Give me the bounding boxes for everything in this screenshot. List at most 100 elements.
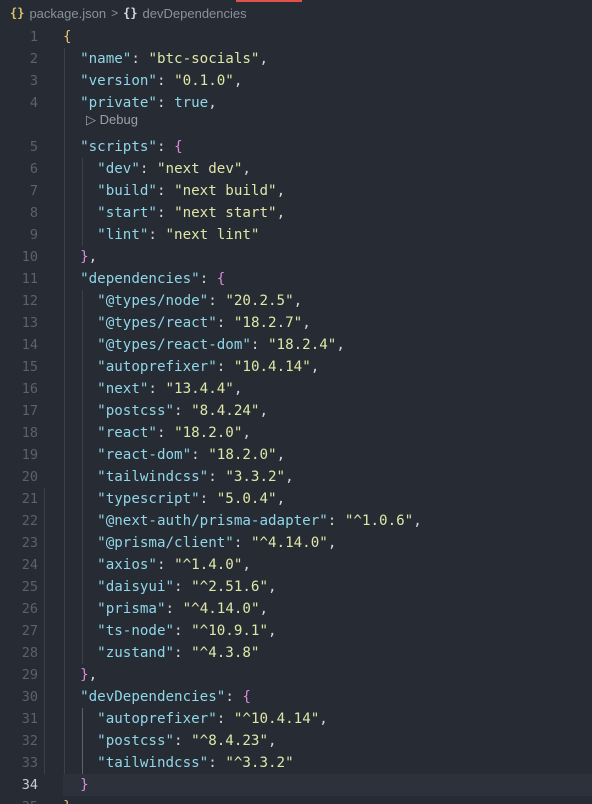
code-token: : (199, 491, 217, 507)
line-number: 30 (21, 689, 38, 705)
code-line[interactable]: 27 "ts-node": "^10.9.1", (0, 620, 592, 642)
code-line[interactable]: 7 "build": "next build", (0, 180, 592, 202)
code-line[interactable]: 18 "react": "18.2.0", (0, 422, 592, 444)
line-number: 35 (0, 796, 38, 804)
code-line[interactable]: 30 "devDependencies": { (0, 686, 592, 708)
code-token: : (208, 469, 226, 485)
code-line[interactable]: 11 "dependencies": { (0, 268, 592, 290)
code-line[interactable]: 5 "scripts": { (0, 136, 592, 158)
object-symbol-icon: {} (123, 6, 138, 20)
code-line[interactable]: 23 "@prisma/client": "^4.14.0", (0, 532, 592, 554)
code-token: "build" (97, 183, 157, 199)
chevron-right-icon: > (111, 6, 119, 20)
code-token: { (242, 689, 251, 705)
json-file-icon: {} (10, 6, 25, 20)
code-token: "postcss" (97, 403, 175, 419)
code-token: : (156, 205, 175, 221)
code-text: "@types/react": "18.2.7", (63, 312, 311, 334)
code-text: "next": "13.4.4", (63, 378, 242, 400)
code-line[interactable]: 1{ (0, 26, 592, 48)
code-line[interactable]: 24 "axios": "^1.4.0", (0, 554, 592, 576)
code-token: , (242, 161, 251, 177)
code-token: "^10.4.14" (233, 711, 320, 727)
code-line[interactable]: 33 "tailwindcss": "^3.3.2" (0, 752, 592, 774)
code-line[interactable]: 2 "name": "btc-socials", (0, 48, 592, 70)
code-line[interactable]: 14 "@types/react-dom": "18.2.4", (0, 334, 592, 356)
code-token: : (216, 315, 234, 331)
code-token: "^4.3.8" (191, 645, 260, 661)
code-token: } (80, 667, 89, 683)
line-number: 22 (21, 513, 38, 529)
code-line[interactable]: 28 "zustand": "^4.3.8" (0, 642, 592, 664)
code-line[interactable]: 4 "private": true, (0, 92, 592, 114)
code-line[interactable]: 21 "typescript": "5.0.4", (0, 488, 592, 510)
code-token: : (199, 271, 217, 287)
code-token: , (276, 491, 286, 507)
code-line[interactable]: 9 "lint": "next lint" (0, 224, 592, 246)
code-token: "@next-auth/prisma-adapter" (97, 513, 328, 529)
code-line[interactable]: 10 }, (0, 246, 592, 268)
code-text: "react-dom": "18.2.0", (63, 444, 285, 466)
code-token: "10.4.14" (233, 359, 311, 375)
line-number: 15 (21, 359, 38, 375)
code-token: : (156, 183, 175, 199)
code-token: "^10.9.1" (191, 623, 269, 639)
code-token: "3.3.2" (225, 469, 286, 485)
code-token: , (302, 315, 311, 331)
code-line[interactable]: 13 "@types/react": "18.2.7", (0, 312, 592, 334)
code-token: , (233, 381, 243, 397)
code-line[interactable]: 15 "autoprefixer": "10.4.14", (0, 356, 592, 378)
code-token: : (208, 293, 226, 309)
code-token: , (259, 601, 269, 617)
code-token: "tailwindcss" (97, 469, 209, 485)
code-line[interactable]: 8 "start": "next start", (0, 202, 592, 224)
code-text: "devDependencies": { (63, 686, 251, 708)
code-token: "typescript" (97, 491, 200, 507)
code-lens-label: Debug (99, 112, 138, 127)
code-line[interactable]: 31 "autoprefixer": "^10.4.14", (0, 708, 592, 730)
code-line[interactable]: 17 "postcss": "8.4.24", (0, 400, 592, 422)
code-token: "@types/node" (97, 293, 209, 309)
line-number: 27 (21, 623, 38, 639)
code-line[interactable]: 26 "prisma": "^4.14.0", (0, 598, 592, 620)
code-token: , (242, 557, 251, 573)
line-number: 10 (21, 249, 38, 265)
line-number: 24 (21, 557, 38, 573)
code-token: "postcss" (97, 733, 175, 749)
code-line[interactable]: 22 "@next-auth/prisma-adapter": "^1.0.6"… (0, 510, 592, 532)
code-line[interactable]: 6 "dev": "next dev", (0, 158, 592, 180)
code-editor[interactable]: ▷ Debug 1{2 "name": "btc-socials", 3 "ver… (0, 26, 592, 804)
code-line[interactable]: 29 }, (0, 664, 592, 686)
code-text: "@next-auth/prisma-adapter": "^1.0.6", (63, 510, 422, 532)
code-token: "ts-node" (97, 623, 175, 639)
line-number: 21 (21, 491, 38, 507)
breadcrumb-file[interactable]: package.json (29, 6, 106, 21)
code-token: "^8.4.23" (191, 733, 269, 749)
code-text: "@types/react-dom": "18.2.4", (63, 334, 345, 356)
line-number: 28 (21, 645, 38, 661)
code-line[interactable]: 3 "version": "0.1.0", (0, 70, 592, 92)
code-line[interactable]: 16 "next": "13.4.4", (0, 378, 592, 400)
code-token: : (216, 711, 234, 727)
code-token: : (174, 623, 192, 639)
code-line[interactable]: 35} (0, 796, 592, 804)
code-line[interactable]: 32 "postcss": "^8.4.23", (0, 730, 592, 752)
code-line[interactable]: 20 "tailwindcss": "3.3.2", (0, 466, 592, 488)
code-line[interactable]: 25 "daisyui": "^2.51.6", (0, 576, 592, 598)
code-text: "daisyui": "^2.51.6", (63, 576, 276, 598)
code-line[interactable]: 12 "@types/node": "20.2.5", (0, 290, 592, 312)
code-token: "daisyui" (97, 579, 175, 595)
code-line[interactable]: 34 } (0, 774, 592, 796)
breadcrumb-symbol[interactable]: devDependencies (143, 6, 247, 21)
code-line[interactable]: 19 "react-dom": "18.2.0", (0, 444, 592, 466)
code-token: , (285, 469, 294, 485)
